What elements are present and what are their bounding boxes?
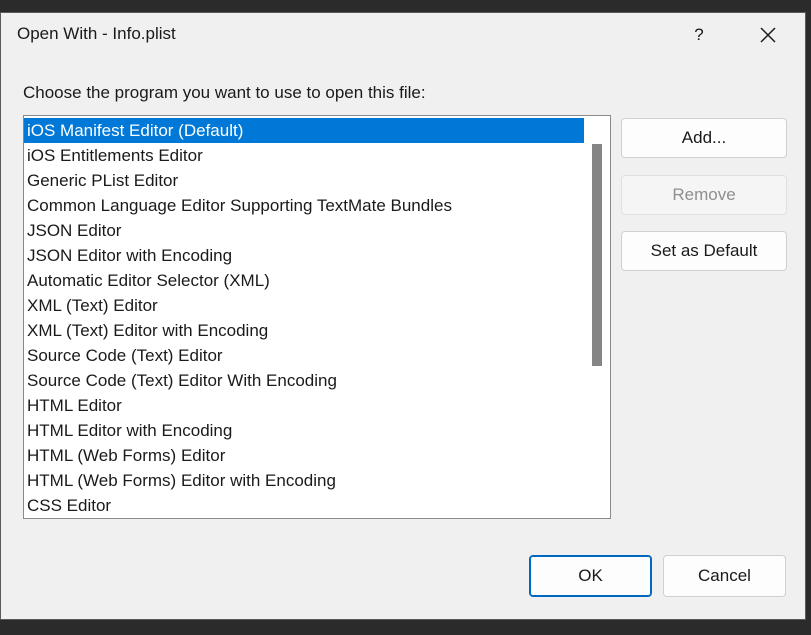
program-list-item[interactable]: iOS Entitlements Editor: [24, 143, 584, 168]
program-list-item[interactable]: JSON Editor with Encoding: [24, 243, 584, 268]
program-list-item[interactable]: JSON Editor: [24, 218, 584, 243]
program-list-item[interactable]: Source Code (Text) Editor: [24, 343, 584, 368]
program-list-item[interactable]: Generic PList Editor: [24, 168, 584, 193]
program-list: iOS Manifest Editor (Default) iOS Entitle…: [24, 118, 584, 518]
program-list-item[interactable]: HTML Editor with Encoding: [24, 418, 584, 443]
remove-button[interactable]: Remove: [621, 175, 787, 215]
cancel-button[interactable]: Cancel: [663, 555, 786, 597]
vertical-scrollbar[interactable]: [584, 116, 610, 518]
program-listbox[interactable]: iOS Manifest Editor (Default) iOS Entitle…: [23, 115, 611, 519]
program-list-item[interactable]: Source Code (Text) Editor With Encoding: [24, 368, 584, 393]
program-list-item[interactable]: Automatic Editor Selector (XML): [24, 268, 584, 293]
prompt-label: Choose the program you want to use to op…: [23, 83, 426, 102]
set-as-default-button[interactable]: Set as Default: [621, 231, 787, 271]
dialog-title: Open With - Info.plist: [17, 24, 176, 43]
help-icon: ?: [694, 25, 704, 44]
close-icon: [760, 27, 776, 43]
program-list-item[interactable]: HTML (Web Forms) Editor: [24, 443, 584, 468]
program-list-item[interactable]: XML (Text) Editor: [24, 293, 584, 318]
scrollbar-thumb[interactable]: [592, 144, 602, 366]
program-list-item[interactable]: HTML Editor: [24, 393, 584, 418]
open-with-dialog: Open With - Info.plist ? Choose the prog…: [0, 12, 806, 620]
program-list-item[interactable]: Common Language Editor Supporting TextMa…: [24, 193, 584, 218]
program-list-item[interactable]: HTML (Web Forms) Editor with Encoding: [24, 468, 584, 493]
title-bar: Open With - Info.plist ?: [1, 13, 805, 57]
help-button[interactable]: ?: [677, 17, 721, 53]
program-list-item[interactable]: XML (Text) Editor with Encoding: [24, 318, 584, 343]
ok-button[interactable]: OK: [529, 555, 652, 597]
program-list-item[interactable]: CSS Editor: [24, 493, 584, 518]
add-button[interactable]: Add...: [621, 118, 787, 158]
close-button[interactable]: [746, 17, 790, 53]
program-list-item[interactable]: iOS Manifest Editor (Default): [24, 118, 584, 143]
